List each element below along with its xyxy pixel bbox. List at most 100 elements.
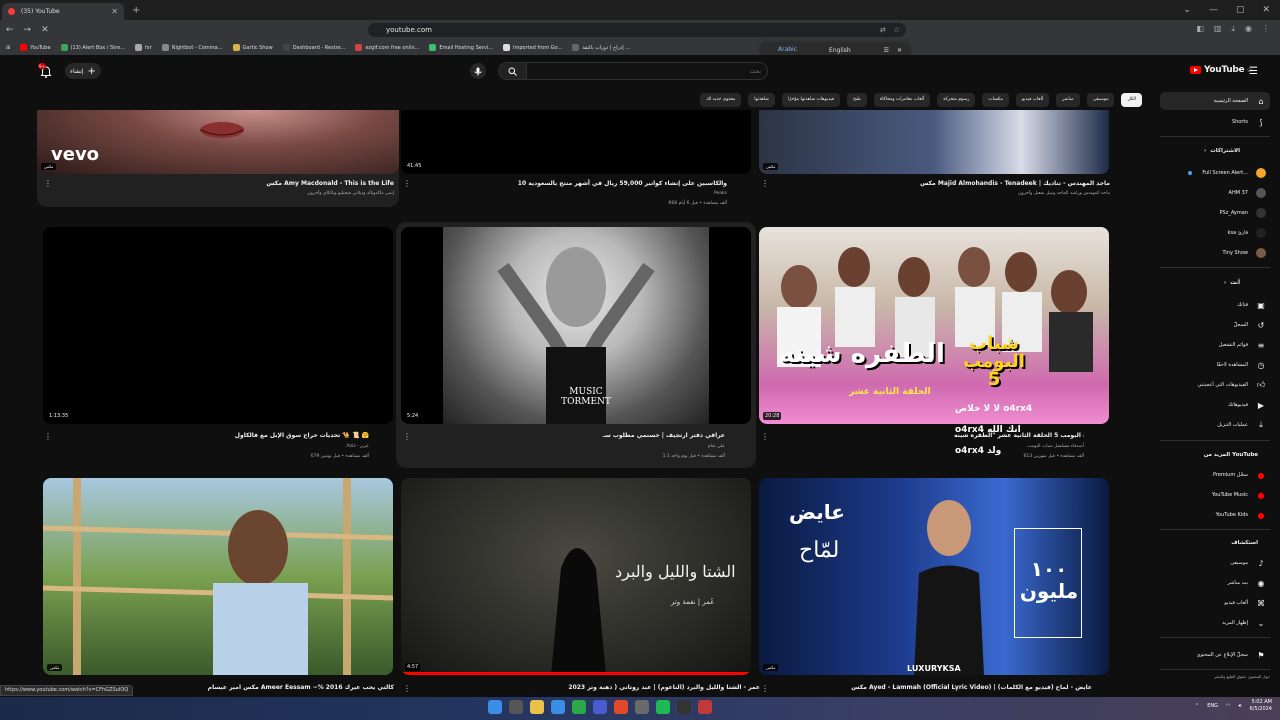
sidebar-item-show-more[interactable]: إظهار المزيد ⌄ [1160,614,1270,632]
video-title[interactable]: مكس امير عيسام Ameer Eessam ~% كالتي يحب… [208,684,394,691]
bookmark[interactable]: (13) Alert Box / Stre... [60,44,125,51]
minimize-icon[interactable]: — [1209,5,1218,15]
more-options-icon[interactable]: ⋮ [761,684,769,693]
video-thumbnail[interactable]: مكس [43,478,393,675]
chip[interactable]: مباشر [1056,92,1080,107]
subscriptions-heading[interactable]: › الاشتراكات [1160,148,1270,154]
terminal-icon[interactable] [677,700,691,714]
new-tab-icon[interactable]: + [132,5,140,16]
browser-icon[interactable] [572,700,586,714]
file-explorer-icon[interactable] [530,700,544,714]
video-title[interactable]: مكس Majid Almohandis - Tenadeek | ماجد ا… [920,180,1110,187]
sidebar-item-gaming[interactable]: ألعاب فيديو ⌘ [1160,594,1270,612]
bookmark[interactable]: YouTube [20,44,51,51]
close-window-icon[interactable]: ✕ [1262,5,1270,15]
sidebar-item-your-channel[interactable]: قناتك ▣ [1160,296,1270,314]
video-channel[interactable]: Peaks [714,191,727,196]
sidebar-item-youtube-kids[interactable]: YouTube Kids ● [1160,506,1270,524]
language-indicator[interactable]: ENG [1207,703,1218,709]
sidebar-item-history[interactable]: السجلّ ↺ [1160,316,1270,334]
video-thumbnail[interactable]: 41:45 [401,110,751,174]
video-thumbnail[interactable]: vevo مكس [37,110,399,174]
bookmark[interactable]: Gartic Show [232,44,273,51]
bookmark[interactable]: إدراج | دورات بالثقة ... [572,44,630,51]
address-bar[interactable]: youtube.com ⇄ ☆ [368,23,906,37]
brave-icon[interactable] [614,700,628,714]
create-button[interactable]: إنشاء + [65,63,101,79]
wifi-icon[interactable]: ◠ [1226,703,1230,709]
bookmark[interactable]: ezgif.com free onlin... [355,44,419,51]
video-title[interactable]: عمر - الشتا والليل والبرد (الناعوم) | عب… [568,684,760,691]
clock[interactable]: 5:02 AM 6/5/2024 [1250,699,1272,713]
sidebar-item-premium[interactable]: Premium سجّل ● [1160,466,1270,484]
youtube-logo[interactable]: YouTube SA [1190,65,1252,75]
sidebar-item-playlists[interactable]: قوائم التشغيل ≡ [1160,336,1270,354]
chip[interactable]: طبخ [846,92,867,107]
video-channel[interactable]: ماجد المهندس وراشد الماجد ونبيل شعيل وآخ… [1018,191,1110,196]
steam-icon[interactable] [635,700,649,714]
voice-search-button[interactable] [470,63,486,79]
sidebar-item-subscription[interactable]: Full Screen Alert... [1160,164,1270,182]
sidebar-icon[interactable]: ▥ [1214,24,1222,34]
download-icon[interactable]: ⤓ [1231,24,1235,34]
sidebar-item-subscription[interactable]: ksa قارئ [1160,224,1270,242]
sidebar-item-watch-later[interactable]: المشاهدة لاحقًا ◷ [1160,356,1270,374]
chip[interactable]: شاهدتها [748,92,775,107]
discord-icon[interactable] [593,700,607,714]
bookmark-star-icon[interactable]: ☆ [894,26,900,34]
search-input[interactable] [527,67,767,75]
search-button[interactable] [499,63,527,79]
sidebar-item-subscription[interactable]: AHM 37 [1160,184,1270,202]
video-title[interactable]: تحديات حراج سوق الإبل مع فالكاول 🐪 📜 🤗 [235,432,369,439]
video-thumbnail[interactable]: الشتا والليل والبرد عُمر | نغمة وتر 4:57 [401,478,751,675]
browser-tab[interactable]: (35) YouTube ✕ [2,3,124,20]
video-title[interactable]: عراقي دفتر ارتجيف | حسنمي مطلوب سـ [603,432,725,439]
tray-chevron-icon[interactable]: ⌃ [1195,703,1199,709]
profile-icon[interactable]: ◉ [1245,24,1252,34]
guide-menu-icon[interactable]: ☰ [1249,66,1258,77]
extension-icon[interactable]: ◧ [1196,24,1204,34]
video-channel[interactable]: إيمي ماكدونالد وديلاني فيجيليو ويالكاي و… [307,191,394,196]
bookmark[interactable]: Nightbot - Comma... [161,44,223,51]
video-thumbnail[interactable]: الطفره شينه شباب البومب 5 الحلقة الثانية… [759,227,1109,424]
sidebar-item-your-videos[interactable]: فيديوهاتك ▶ [1160,396,1270,414]
bookmark[interactable]: fxr [134,44,152,51]
bookmark[interactable]: Email Hosting Servi... [429,44,493,51]
back-icon[interactable]: ← [6,25,14,35]
app-icon[interactable] [698,700,712,714]
maximize-icon[interactable]: ▢ [1236,5,1245,15]
sidebar-item-liked-videos[interactable]: الفيديوهات التي أعجبتني 👍︎ [1160,376,1270,394]
chip[interactable]: رسوم متحركة [937,92,976,107]
more-options-icon[interactable]: ⋮ [403,684,411,693]
more-options-icon[interactable]: ⋮ [44,179,52,188]
video-channel[interactable]: علي غنام [708,444,725,449]
sidebar-item-report-history[interactable]: سجلّ الإبلاغ عن المحتوى ⚑ [1160,646,1270,664]
bookmark[interactable]: Imported from Go... [503,44,562,51]
windows-start-icon[interactable] [488,700,502,714]
more-options-icon[interactable]: ⋮ [761,432,769,441]
more-options-icon[interactable]: ⋮ [761,179,769,188]
translate-options-icon[interactable]: ☰ [884,47,889,54]
chip[interactable]: محتوى جديد لك [699,92,742,107]
you-heading[interactable]: › أنت [1160,280,1270,286]
video-thumbnail[interactable]: مكس [759,110,1109,174]
forward-icon[interactable]: → [24,25,32,35]
chip[interactable]: مكسات [982,92,1009,107]
sidebar-item-downloads[interactable]: عمليات التنزيل ⤓ [1160,416,1270,434]
chip[interactable]: فيديوهات شاهدتها مؤخرًا [781,92,840,107]
video-channel[interactable]: Aziz - عزيز [347,444,369,449]
sidebar-item-subscription[interactable]: PSz_Ayman [1160,204,1270,222]
video-title[interactable]: 10 والكاسبين على إنشاء كواتير 59,000 ريا… [518,180,727,187]
video-thumbnail[interactable]: MUSIC TORMENT 5:24 [401,227,751,424]
spotify-icon[interactable] [656,700,670,714]
chip-all[interactable]: الكل [1121,92,1142,107]
chip[interactable]: موسيقى [1086,92,1115,107]
video-thumbnail[interactable]: 1:13:35 [43,227,393,424]
menu-icon[interactable]: ⋮ [1262,24,1270,34]
sidebar-item-live[interactable]: بث مباشر ◉ [1160,574,1270,592]
sidebar-footer[interactable]: حول المحتوى حقوق الطبع والنشر [1214,674,1270,679]
more-options-icon[interactable]: ⋮ [403,179,411,188]
search-icon[interactable] [509,700,523,714]
apps-grid-icon[interactable]: ⊞ [6,45,10,51]
more-options-icon[interactable]: ⋮ [44,432,52,441]
